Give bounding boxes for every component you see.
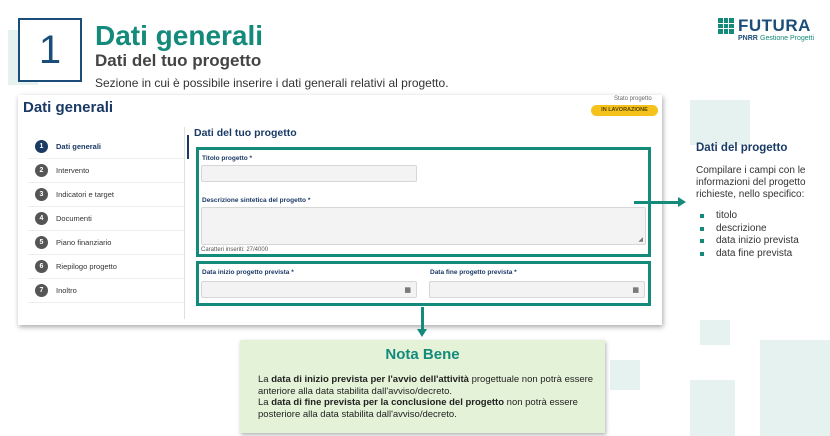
sidebar-item-label: Piano finanziario [56,238,112,247]
descrizione-textarea[interactable]: ◢ [201,207,646,245]
resize-handle-icon[interactable]: ◢ [638,236,643,243]
sidebar-item-number: 6 [35,260,48,273]
list-item: titolo [700,210,799,223]
sidebar-item-label: Indicatori e target [56,190,114,199]
logo-sub-gestione: Gestione Progetti [760,35,815,42]
right-panel-title: Dati del progetto [696,142,788,154]
sidebar-item-number: 5 [35,236,48,249]
sidebar-item-number: 7 [35,284,48,297]
decor-square [700,320,730,345]
right-panel-list: titolo descrizione data inizio prevista … [700,210,799,260]
list-item: data inizio prevista [700,235,799,248]
form-title: Dati del tuo progetto [194,127,297,139]
step-number: 1 [38,27,62,72]
sidebar-item-documenti[interactable]: 4 Documenti [28,207,185,231]
form-screenshot-card: Dati generali Stato progetto IN LAVORAZI… [18,95,662,325]
right-panel-text: Compilare i campi con le informazioni de… [696,165,806,200]
page-subtitle: Dati del tuo progetto [95,51,262,70]
decor-square [690,100,750,145]
nota-bene-title: Nota Bene [385,346,460,363]
sidebar-item-dati-generali[interactable]: 1 Dati generali [28,135,189,159]
decor-square [610,360,640,390]
page-title: Dati generali [95,20,264,51]
calendar-icon[interactable]: ▦ [632,286,639,294]
descrizione-label: Descrizione sintetica del progetto * [202,197,311,204]
logo-word: FUTURA [738,16,811,35]
decor-square [690,380,735,436]
sidebar-item-label: Riepilogo progetto [56,262,117,271]
sidebar-item-number: 3 [35,188,48,201]
sidebar-item-intervento[interactable]: 2 Intervento [28,159,185,183]
nota-paragraph-1: La data di inizio prevista per l'avvio d… [258,374,598,397]
nota-text-span: La [258,374,272,385]
list-item: descrizione [700,223,799,236]
sidebar-divider [184,127,185,319]
data-fine-label: Data fine progetto prevista * [430,269,517,276]
step-sidebar: 1 Dati generali 2 Intervento 3 Indicator… [28,135,189,303]
calendar-icon[interactable]: ▦ [404,286,411,294]
card-title: Dati generali [23,99,114,116]
data-fine-input[interactable]: ▦ [429,281,645,298]
data-inizio-input[interactable]: ▦ [201,281,417,298]
nota-bene-box: Nota Bene La data di inizio prevista per… [240,340,605,433]
arrow-right-line [634,201,680,204]
list-item: data fine prevista [700,248,799,261]
titolo-input[interactable] [201,165,417,182]
sidebar-item-inoltro[interactable]: 7 Inoltro [28,279,185,303]
sidebar-item-label: Inoltro [56,286,77,295]
sidebar-item-label: Intervento [56,166,90,175]
sidebar-item-label: Documenti [56,214,92,223]
nota-bold-span: data di inizio prevista per l'avvio dell… [271,374,469,385]
sidebar-item-indicatori[interactable]: 3 Indicatori e target [28,183,185,207]
titolo-label: Titolo progetto * [202,155,253,162]
logo-sub-pnrr: PNRR [738,35,758,42]
sidebar-item-number: 2 [35,164,48,177]
nota-bene-text: La data di inizio prevista per l'avvio d… [258,374,598,420]
page-description: Sezione in cui è possibile inserire i da… [95,76,449,90]
logo-grid-icon [718,18,734,34]
data-inizio-label: Data inizio progetto prevista * [202,269,294,276]
step-number-box: 1 [18,18,82,82]
sidebar-item-number: 1 [35,140,48,153]
nota-bold-span: data di fine prevista per la conclusione… [271,397,505,408]
sidebar-item-number: 4 [35,212,48,225]
sidebar-item-piano-finanziario[interactable]: 5 Piano finanziario [28,231,185,255]
stato-label: Stato progetto [614,96,652,102]
sidebar-item-riepilogo[interactable]: 6 Riepilogo progetto [28,255,185,279]
status-badge: IN LAVORAZIONE [591,105,658,116]
nota-paragraph-2: La data di fine prevista per la conclusi… [258,397,598,420]
arrow-down-line [421,307,424,331]
arrow-down-icon [417,329,427,337]
sidebar-item-label: Dati generali [56,142,102,151]
nota-text-span: La [258,397,272,408]
decor-square [760,340,830,436]
futura-logo: FUTURA PNRR Gestione Progetti [712,16,822,46]
arrow-right-icon [678,197,686,207]
char-counter: Caratteri inseriti: 27/4000 [201,247,269,253]
